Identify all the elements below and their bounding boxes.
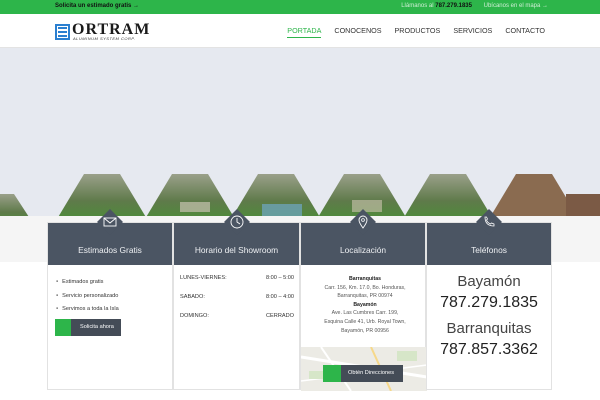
hours-value: 8:00 – 5:00 [266, 275, 294, 281]
list-item: Servimos a toda la Isla [56, 302, 119, 316]
table-row: SABADO: 8:00 – 4:00 [180, 294, 294, 313]
button-label: Solicita ahora [80, 324, 114, 330]
card-location: Localización Barranquitas Carr. 156, Km.… [300, 209, 427, 391]
address-line: Ave. Las Cumbres Carr. 199, [331, 310, 399, 317]
day-label: SABADO: [180, 294, 205, 300]
card-title: Estimados Gratis [78, 245, 142, 255]
list-item: Servicio personalizado [56, 289, 119, 303]
place-name: Bayamón [353, 301, 377, 308]
hours-table: LUNES-VIERNES: 8:00 – 5:00 SABADO: 8:00 … [180, 275, 294, 332]
day-label: DOMINGO: [180, 313, 209, 319]
nav-item-contacto[interactable]: CONTACTO [505, 26, 545, 38]
map-pin-icon [350, 209, 376, 235]
card-estimates: Estimados Gratis Estimados gratis Servic… [47, 209, 173, 391]
nav-item-productos[interactable]: PRODUCTOS [395, 26, 441, 38]
clock-icon [223, 209, 250, 235]
card-body: Barranquitas Carr. 156, Km. 17.0, Bo. Ho… [301, 265, 427, 391]
brand-tagline: ALUMINUM SYSTEM CORP. [73, 36, 136, 41]
place-name: Barranquitas [349, 276, 381, 282]
card-phones: Teléfonos Bayamón 787.279.1835 Barranqui… [426, 209, 552, 391]
top-phone[interactable]: 787.279.1835 [435, 3, 472, 9]
phone-list: Bayamón 787.279.1835 Barranquitas 787.85… [427, 273, 551, 367]
card-body: LUNES-VIERNES: 8:00 – 5:00 SABADO: 8:00 … [174, 265, 299, 391]
request-now-button[interactable]: Solicita ahora [55, 319, 121, 336]
nav-item-conocenos[interactable]: CONOCENOS [334, 26, 381, 38]
estimate-label: Solicita un estimado gratis [55, 3, 132, 9]
card-body: Bayamón 787.279.1835 Barranquitas 787.85… [427, 265, 551, 391]
table-row: LUNES-VIERNES: 8:00 – 5:00 [180, 275, 294, 294]
address-line: Barranquitas, PR 00974 [337, 293, 393, 300]
arrow-right-icon: → [133, 3, 140, 9]
address-line: Carr. 156, Km. 17.0, Bo. Honduras, [324, 284, 406, 291]
day-label: LUNES-VIERNES: [180, 275, 227, 281]
map-link[interactable]: Ubícanos en el mapa → [484, 3, 548, 9]
city-label: Barranquitas [446, 320, 532, 337]
phone-number[interactable]: 787.857.3362 [427, 341, 551, 359]
site-header: ORTRAM ALUMINUM SYSTEM CORP. PORTADA CON… [0, 14, 600, 48]
hours-value: CERRADO [266, 313, 294, 319]
phone-icon [476, 209, 502, 235]
card-title: Teléfonos [471, 245, 507, 255]
hours-value: 8:00 – 4:00 [266, 294, 294, 300]
estimate-link[interactable]: Solicita un estimado gratis → [55, 3, 139, 9]
city-label: Bayamón [457, 273, 521, 290]
call-label: Llámanos al [401, 3, 434, 9]
table-row: DOMINGO: CERRADO [180, 313, 294, 332]
main-nav: PORTADA CONOCENOS PRODUCTOS SERVICIOS CO… [287, 26, 545, 38]
button-label: Obtén Direcciones [348, 370, 395, 376]
page: Solicita un estimado gratis → Llámanos a… [0, 0, 600, 400]
address-line: Bayamón, PR 00956 [341, 327, 389, 334]
button-accent [55, 319, 71, 336]
get-directions-button[interactable]: Obtén Direcciones [323, 365, 403, 382]
card-title: Horario del Showroom [194, 245, 279, 255]
nav-item-portada[interactable]: PORTADA [287, 26, 322, 38]
list-item: Estimados gratis [56, 275, 119, 289]
top-bar: Solicita un estimado gratis → Llámanos a… [0, 0, 600, 14]
nav-item-servicios[interactable]: SERVICIOS [453, 26, 492, 38]
phone-number[interactable]: 787.279.1835 [427, 294, 551, 312]
button-accent [323, 365, 341, 382]
card-title: Localización [339, 245, 387, 255]
estimates-list: Estimados gratis Servicio personalizado … [56, 275, 119, 316]
info-cards: Estimados Gratis Estimados gratis Servic… [47, 209, 552, 391]
envelope-icon [97, 209, 123, 235]
top-contact: Llámanos al 787.279.1835 Ubícanos en el … [401, 3, 548, 9]
map-thumbnail[interactable]: Obtén Direcciones [301, 347, 427, 391]
card-body: Estimados gratis Servicio personalizado … [48, 265, 172, 391]
address-block: Barranquitas Carr. 156, Km. 17.0, Bo. Ho… [307, 275, 423, 335]
address-line: Esquina Calle 41, Urb. Royal Town, [324, 318, 406, 325]
logo[interactable]: ORTRAM ALUMINUM SYSTEM CORP. [54, 21, 162, 42]
card-showroom: Horario del Showroom LUNES-VIERNES: 8:00… [173, 209, 300, 391]
